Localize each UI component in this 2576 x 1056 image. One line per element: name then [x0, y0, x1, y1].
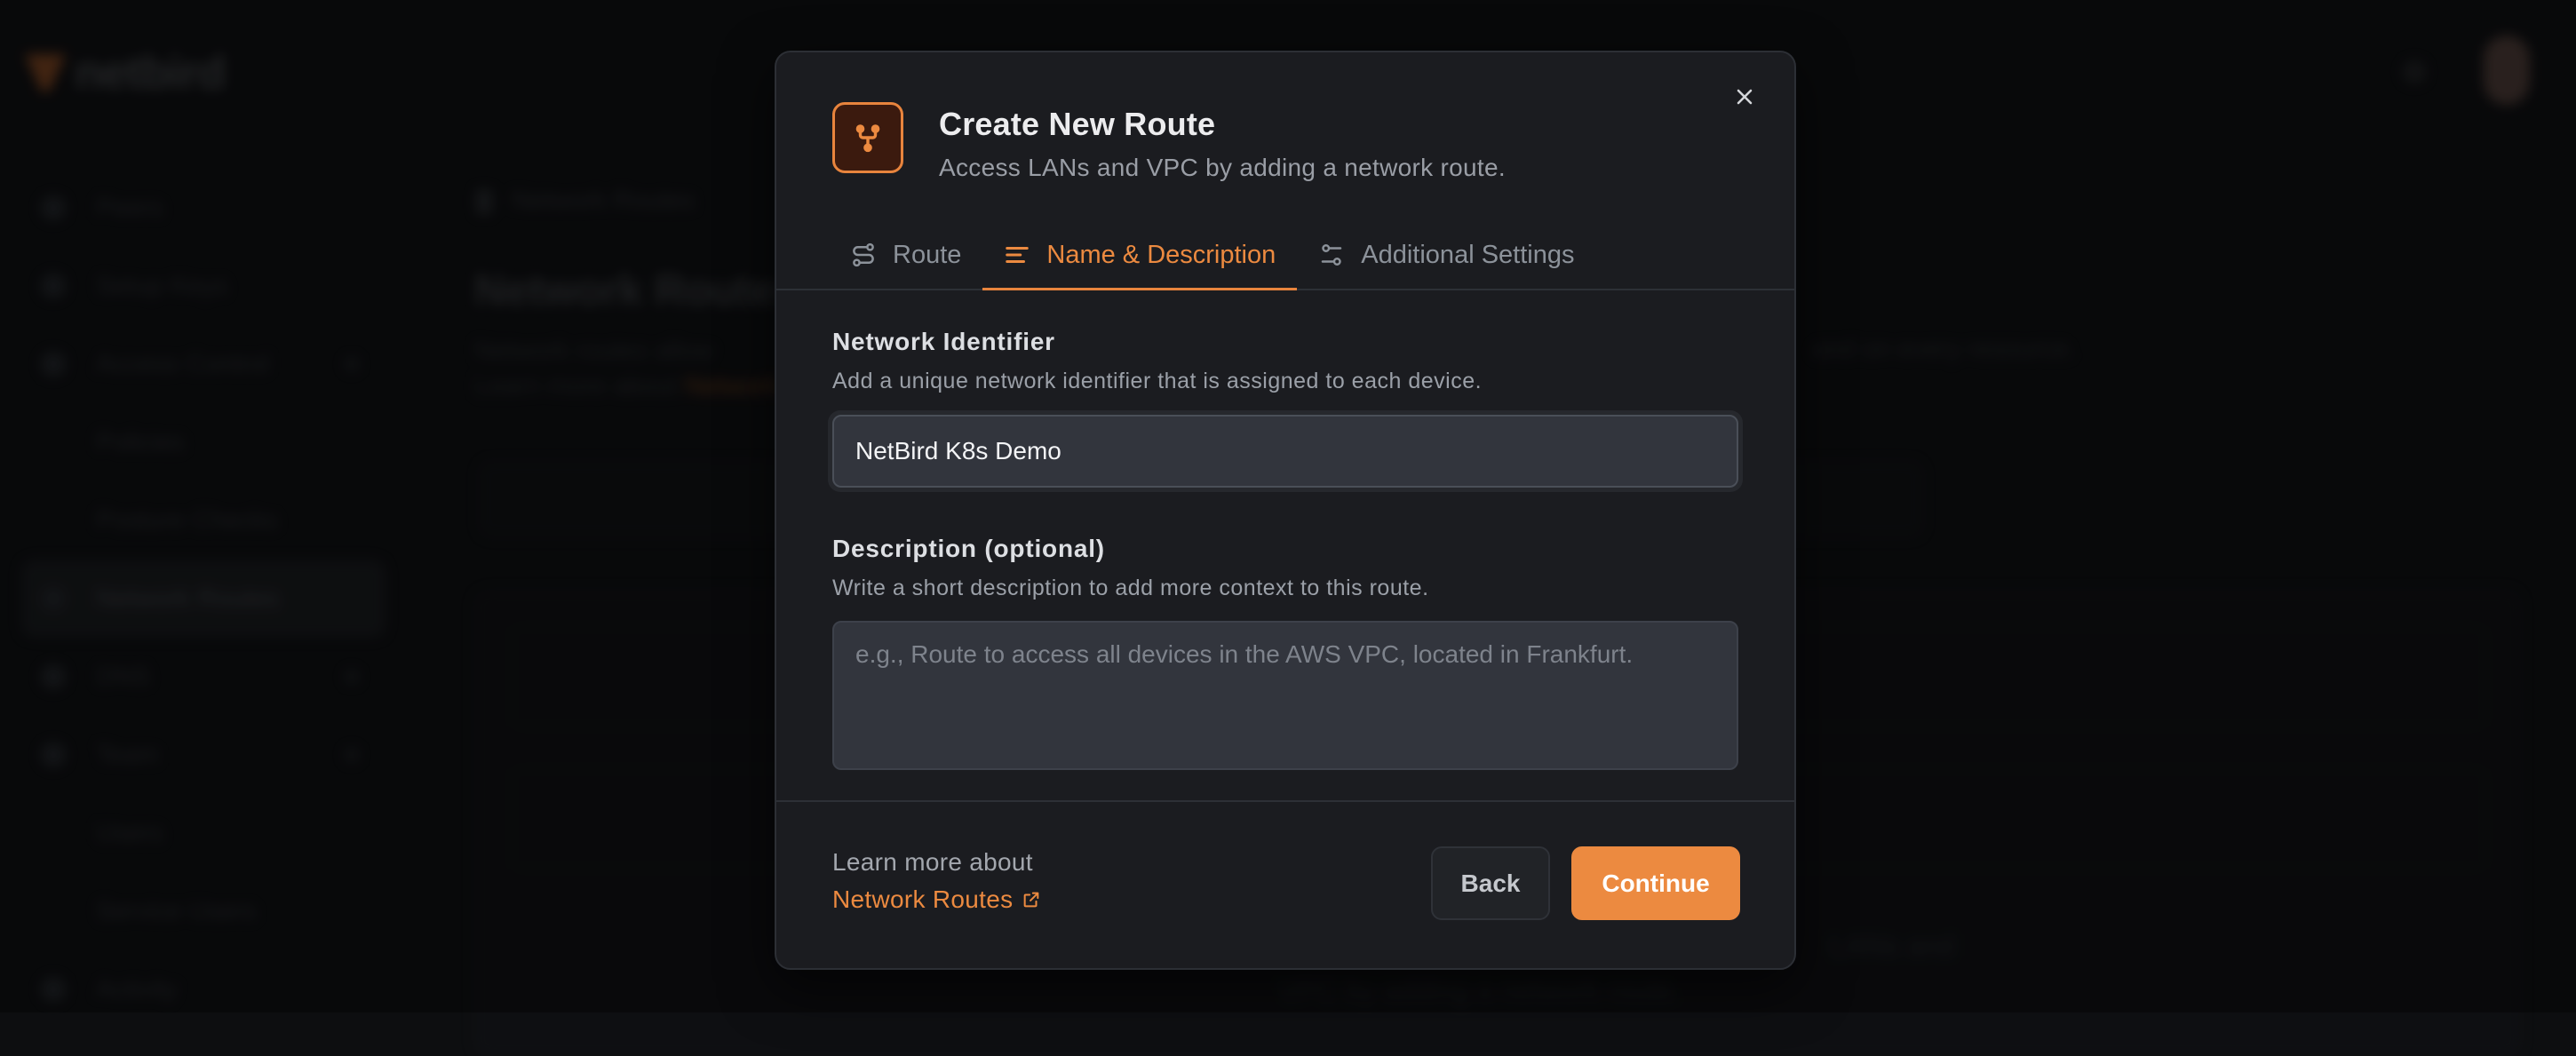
network-identifier-help: Add a unique network identifier that is …: [832, 369, 1483, 393]
description-help: Write a short description to add more co…: [832, 576, 1429, 600]
route-badge: [832, 102, 903, 173]
network-identifier-field: Network Identifier Add a unique network …: [828, 328, 1743, 492]
external-link-icon: [1024, 892, 1039, 908]
learn-more-text: Learn more about: [832, 848, 1033, 876]
modal-subtitle: Access LANs and VPC by adding a network …: [939, 154, 1506, 181]
tab-label: Route: [893, 240, 962, 269]
description-label: Description (optional): [832, 535, 1105, 562]
learn-more-link[interactable]: Network Routes: [832, 885, 1041, 914]
description-textarea[interactable]: [832, 621, 1738, 770]
network-identifier-label: Network Identifier: [832, 328, 1055, 355]
tab-route[interactable]: Route: [832, 230, 982, 289]
settings-sliders-icon: [1322, 244, 1342, 266]
align-left-icon: [1006, 247, 1030, 263]
close-icon: [1737, 89, 1753, 105]
input-focus-ring: [828, 410, 1743, 492]
modal-header: Create New Route Access LANs and VPC by …: [832, 102, 1506, 182]
description-field: Description (optional) Write a short des…: [832, 535, 1738, 770]
git-fork-icon: [855, 124, 880, 153]
network-identifier-input[interactable]: [832, 415, 1738, 488]
tab-label: Additional Settings: [1361, 240, 1575, 269]
learn-more-link-label: Network Routes: [832, 885, 1014, 913]
tab-label: Name & Description: [1046, 240, 1276, 269]
back-button[interactable]: Back: [1431, 846, 1550, 920]
modal-footer: Learn more about Network Routes Back Con…: [776, 800, 1794, 968]
tab-additional-settings[interactable]: Additional Settings: [1297, 230, 1595, 289]
create-route-modal: Create New Route Access LANs and VPC by …: [775, 51, 1796, 970]
tab-list: Route Name & Description Additional Sett…: [776, 230, 1794, 290]
continue-button[interactable]: Continue: [1571, 846, 1740, 920]
close-button[interactable]: [1727, 79, 1762, 115]
modal-title: Create New Route: [939, 106, 1216, 142]
modal-body: Network Identifier Add a unique network …: [828, 328, 1743, 770]
header-text: Create New Route Access LANs and VPC by …: [939, 102, 1506, 182]
tab-name-description[interactable]: Name & Description: [982, 230, 1298, 290]
learn-more: Learn more about Network Routes: [832, 848, 1041, 914]
route-icon: [853, 242, 874, 267]
